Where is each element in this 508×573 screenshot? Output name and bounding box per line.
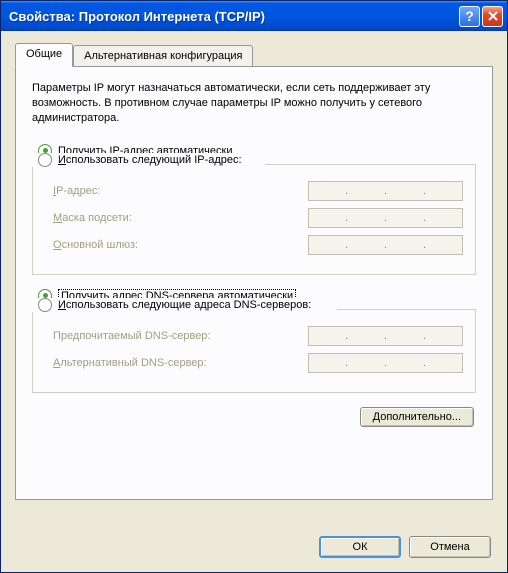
input-alternate-dns: ...	[308, 353, 463, 373]
radio-manual-dns[interactable]: Использовать следующие адреса DNS-сервер…	[32, 298, 315, 312]
radio-icon	[38, 153, 52, 167]
input-default-gateway: ...	[308, 235, 463, 255]
label-alternate-dns: Альтернативный DNS-сервер:	[53, 357, 308, 369]
input-preferred-dns: ...	[308, 326, 463, 346]
advanced-button[interactable]: Дополнительно...	[360, 407, 474, 427]
radio-manual-ip[interactable]: Использовать следующий IP-адрес:	[32, 153, 246, 167]
input-ip-address: ...	[308, 181, 463, 201]
label-default-gateway: Основной шлюз:	[53, 239, 308, 251]
ip-fieldset: IP-адрес: ... Маска подсети: ... Основно…	[32, 164, 476, 275]
description-text: Параметры IP могут назначаться автоматич…	[32, 81, 476, 126]
tab-general[interactable]: Общие	[15, 43, 73, 67]
ok-button[interactable]: ОК	[319, 536, 401, 558]
radio-label: Использовать следующие адреса DNS-сервер…	[58, 299, 311, 311]
window-title: Свойства: Протокол Интернета (TCP/IP)	[9, 9, 459, 24]
label-ip-address: IP-адрес:	[53, 185, 308, 197]
label-subnet-mask: Маска подсети:	[53, 212, 308, 224]
tab-panel-general: Параметры IP могут назначаться автоматич…	[15, 66, 493, 500]
cancel-button[interactable]: Отмена	[409, 536, 491, 558]
tab-alternate[interactable]: Альтернативная конфигурация	[73, 45, 253, 66]
titlebar[interactable]: Свойства: Протокол Интернета (TCP/IP) ?	[1, 1, 507, 31]
dns-fieldset: Предпочитаемый DNS-сервер: ... Альтернат…	[32, 309, 476, 393]
tab-strip: Общие Альтернативная конфигурация	[15, 43, 493, 66]
input-subnet-mask: ...	[308, 208, 463, 228]
help-icon[interactable]: ?	[459, 6, 480, 27]
radio-icon	[38, 298, 52, 312]
label-preferred-dns: Предпочитаемый DNS-сервер:	[53, 330, 308, 342]
radio-label: Использовать следующий IP-адрес:	[58, 154, 242, 166]
close-icon[interactable]	[482, 6, 503, 27]
properties-dialog: Свойства: Протокол Интернета (TCP/IP) ? …	[0, 0, 508, 573]
